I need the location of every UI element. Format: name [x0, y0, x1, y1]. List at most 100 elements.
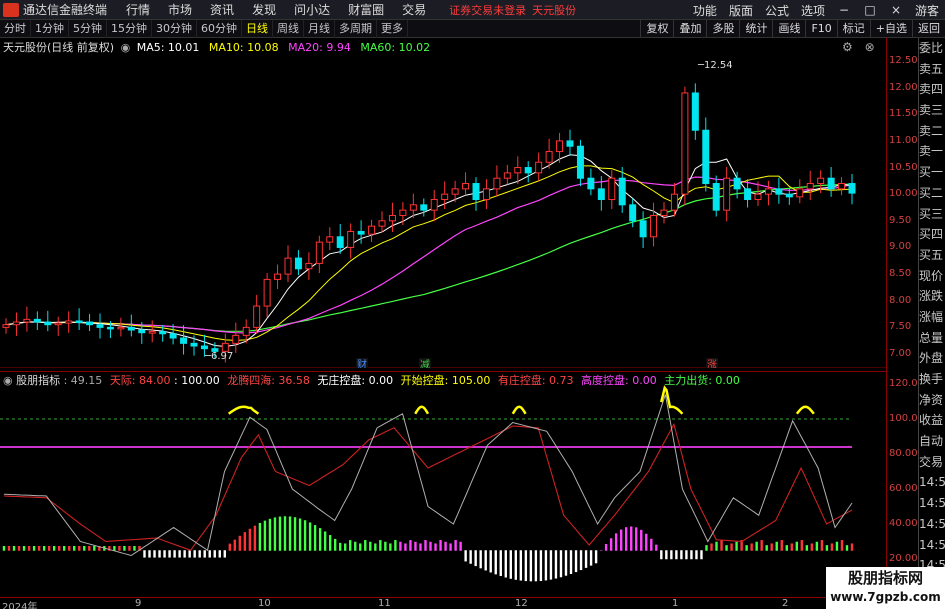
histogram-bar — [248, 528, 252, 551]
histogram-bar — [479, 550, 482, 569]
tab-weekly[interactable]: 周线 — [273, 19, 304, 38]
histogram-bar — [670, 550, 673, 560]
maximize-icon[interactable]: □ — [863, 3, 877, 17]
quote-panel-item[interactable]: 卖五 — [919, 59, 945, 80]
histogram-bar — [569, 550, 573, 574]
quote-panel-item[interactable]: 涨幅 — [919, 307, 945, 328]
login-warning[interactable]: 证券交易未登录 — [449, 2, 526, 18]
back-button[interactable]: 返回 — [912, 20, 945, 38]
adjust-button[interactable]: 复权 — [640, 20, 673, 38]
tab-more[interactable]: 更多 — [377, 19, 408, 38]
quote-panel-item[interactable]: 交易 — [919, 452, 945, 473]
minimize-icon[interactable]: − — [837, 3, 851, 17]
histogram-bar — [635, 527, 638, 551]
stats-button[interactable]: 统计 — [739, 20, 772, 38]
menu-trade[interactable]: 交易 — [402, 1, 426, 18]
quote-panel-item[interactable]: 买五 — [919, 245, 945, 266]
quote-panel-item[interactable]: 换手 — [919, 369, 945, 390]
quote-panel-item[interactable]: 14:56 — [919, 493, 945, 514]
close-icon[interactable]: × — [889, 3, 903, 17]
indicator-tick-label: 100.0 — [889, 413, 918, 424]
tab-15min[interactable]: 15分钟 — [107, 19, 152, 38]
histogram-bar — [715, 541, 718, 551]
histogram-bar — [805, 545, 809, 551]
watermark-name: 股朋指标网 — [847, 569, 923, 587]
overlay-button[interactable]: 叠加 — [673, 20, 706, 38]
histogram-bar — [198, 550, 201, 558]
stock-link[interactable]: 天元股份 — [532, 2, 576, 18]
histogram-bar — [168, 550, 171, 558]
menu-wealth[interactable]: 财富圈 — [348, 1, 384, 18]
tab-timeshare[interactable]: 分时 — [0, 19, 31, 38]
quote-panel-item[interactable]: 净资 — [919, 390, 945, 411]
quote-panel-item[interactable]: 卖四 — [919, 79, 945, 100]
settings-icon[interactable]: ◉ — [121, 41, 131, 54]
quote-panel-item[interactable]: 14:56 — [919, 535, 945, 556]
price-tick-label: 7.50 — [889, 321, 912, 333]
multi-stock-button[interactable]: 多股 — [706, 20, 739, 38]
menu-function[interactable]: 功能 — [693, 2, 717, 19]
tab-1min[interactable]: 1分钟 — [31, 19, 69, 38]
indicator-settings-icon[interactable]: ◉ — [3, 374, 13, 387]
histogram-bar — [559, 550, 563, 578]
menu-quote[interactable]: 行情 — [126, 1, 150, 18]
menu-options[interactable]: 选项 — [801, 2, 825, 19]
tab-monthly[interactable]: 月线 — [304, 19, 335, 38]
histogram-bar — [469, 550, 472, 564]
menu-layout[interactable]: 版面 — [729, 2, 753, 19]
quote-panel-item[interactable]: 14:56 — [919, 472, 945, 493]
quote-panel-item[interactable]: 买四 — [919, 224, 945, 245]
quote-panel-item[interactable]: 自动 — [919, 431, 945, 452]
histogram-bar — [685, 550, 688, 560]
tab-5min[interactable]: 5分钟 — [69, 19, 107, 38]
settings-gear-icon[interactable]: ⚙ — [842, 40, 853, 54]
histogram-bar — [484, 550, 487, 571]
quote-panel-item[interactable]: 买一 — [919, 162, 945, 183]
quote-panel-item[interactable]: 14:56 — [919, 514, 945, 535]
date-tick-label: 2 — [782, 598, 789, 609]
quote-panel-item[interactable]: 涨跌 — [919, 286, 945, 307]
mark-button[interactable]: 标记 — [836, 20, 870, 38]
menu-ask[interactable]: 问小达 — [294, 1, 330, 18]
histogram-bar — [394, 540, 397, 551]
histogram-bar — [464, 550, 467, 562]
close-chart-icon[interactable]: ⊗ — [865, 40, 875, 54]
indicator-chart[interactable] — [0, 371, 886, 599]
tab-multi-period[interactable]: 多周期 — [335, 19, 377, 38]
quote-panel-item[interactable]: 总量 — [919, 328, 945, 349]
menu-market[interactable]: 市场 — [168, 1, 192, 18]
title-bar-right: 功能 版面 公式 选项 − □ × 游客 — [687, 0, 945, 20]
histogram-bar — [273, 517, 277, 551]
histogram-bar — [760, 540, 763, 551]
quote-panel-item[interactable]: 现价 — [919, 266, 945, 287]
add-watchlist-button[interactable]: +自选 — [869, 20, 912, 38]
histogram-bar — [655, 544, 658, 551]
tab-60min[interactable]: 60分钟 — [197, 19, 242, 38]
histogram-bar — [640, 529, 643, 551]
quote-panel-item[interactable]: 买三 — [919, 204, 945, 225]
quote-panel-item[interactable]: 买二 — [919, 183, 945, 204]
histogram-bar — [705, 545, 708, 551]
menu-news[interactable]: 资讯 — [210, 1, 234, 18]
draw-line-button[interactable]: 画线 — [772, 20, 805, 38]
histogram-bar — [720, 540, 723, 551]
date-tick-label: 11 — [378, 598, 391, 609]
histogram-bar — [308, 522, 312, 551]
quote-panel-item[interactable]: 委比 — [919, 38, 945, 59]
quote-panel-item[interactable]: 卖二 — [919, 121, 945, 142]
quote-panel-item[interactable]: 收益 — [919, 410, 945, 431]
candlestick-chart[interactable]: ─12.54 ─6.97 财 减 涨 — [0, 38, 886, 368]
quote-panel-item[interactable]: 卖一 — [919, 141, 945, 162]
histogram-bar — [414, 541, 417, 551]
menu-formula[interactable]: 公式 — [765, 2, 789, 19]
histogram-bar — [424, 540, 427, 551]
guest-label[interactable]: 游客 — [915, 2, 939, 19]
tab-30min[interactable]: 30分钟 — [152, 19, 197, 38]
app-title: 通达信金融终端 — [23, 3, 108, 17]
menu-discover[interactable]: 发现 — [252, 1, 276, 18]
quote-panel-item[interactable]: 卖三 — [919, 100, 945, 121]
f10-button[interactable]: F10 — [805, 20, 836, 38]
quote-panel-item[interactable]: 外盘 — [919, 348, 945, 369]
tab-daily[interactable]: 日线 — [242, 19, 273, 38]
price-axis: 12.50 12.00 11.50 11.00 10.50 10.00 9.50 9.00 8.… — [886, 38, 918, 600]
